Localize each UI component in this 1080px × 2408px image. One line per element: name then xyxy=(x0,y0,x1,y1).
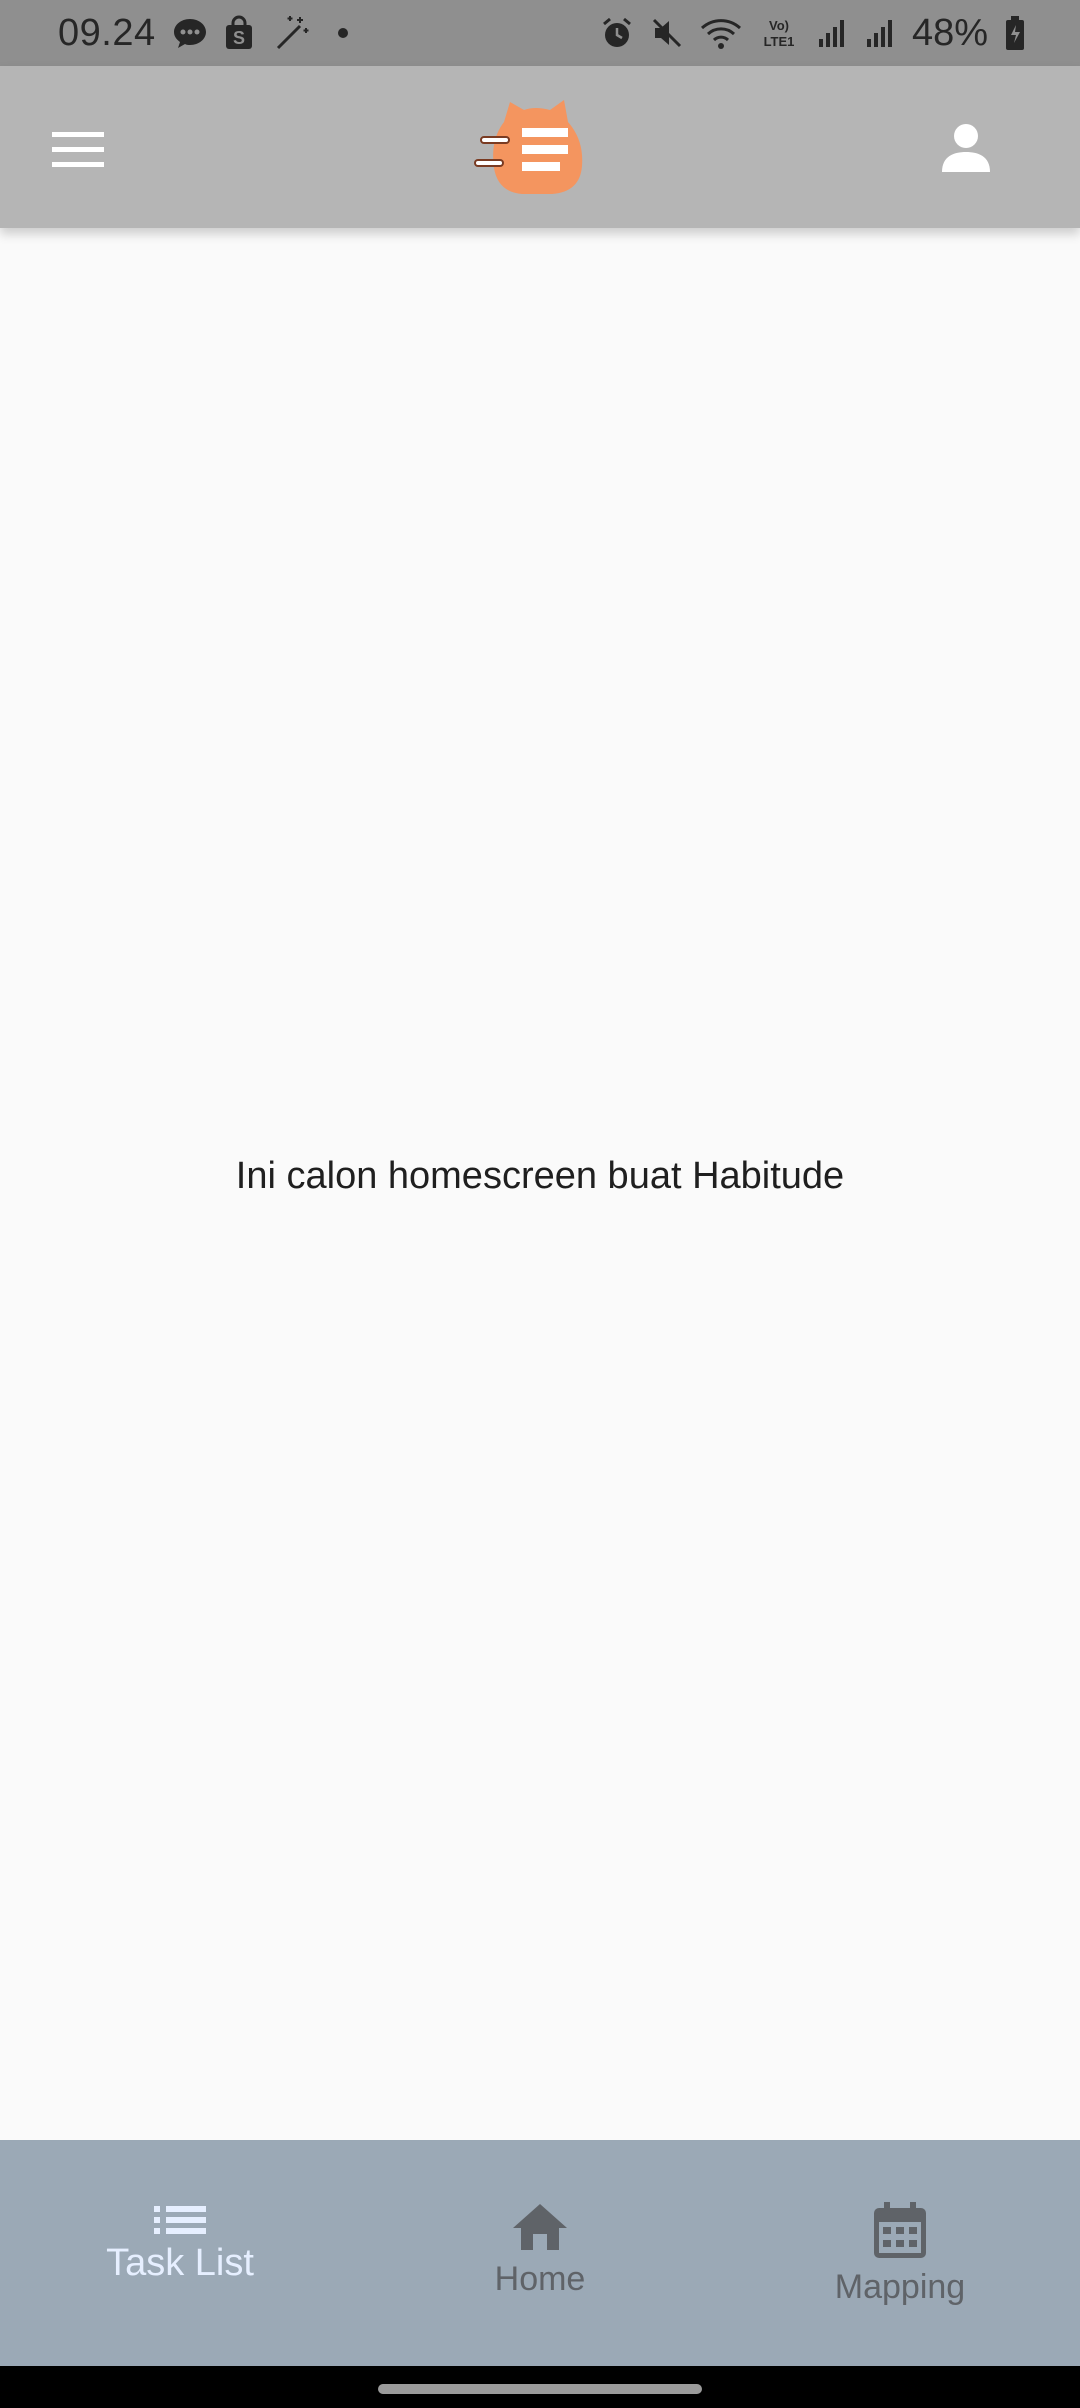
person-icon xyxy=(942,124,990,172)
bottom-nav: Task List Home Mapping xyxy=(0,2140,1080,2366)
status-time: 09.24 xyxy=(58,11,156,54)
battery-percent: 48% xyxy=(911,11,988,54)
svg-text:S: S xyxy=(233,28,245,48)
nav-item-home[interactable]: Home xyxy=(360,2140,720,2366)
status-right: Vo) LTE1 48% xyxy=(600,12,1026,55)
calendar-icon xyxy=(874,2202,926,2258)
app-screen: 09.24 S Vo) LTE1 48% Ini calon homescree… xyxy=(0,0,1080,2408)
signal-icon xyxy=(864,17,896,49)
mute-icon xyxy=(650,16,684,50)
home-icon xyxy=(513,2204,567,2250)
signal-icon xyxy=(816,17,848,49)
gesture-bar xyxy=(0,2366,1080,2408)
nav-label-home: Home xyxy=(494,2260,586,2298)
list-icon xyxy=(154,2206,206,2234)
home-message: Ini calon homescreen buat Habitude xyxy=(235,1155,845,1197)
shopee-bag-icon: S xyxy=(224,15,254,51)
svg-text:LTE1: LTE1 xyxy=(764,34,795,49)
account-button[interactable] xyxy=(930,112,1002,184)
nav-label-task-list: Task List xyxy=(106,2242,254,2284)
alarm-icon xyxy=(600,16,634,50)
magic-wand-icon xyxy=(270,14,310,52)
svg-text:Vo): Vo) xyxy=(769,18,789,33)
notification-dot-icon xyxy=(337,28,348,38)
app-bar xyxy=(0,66,1080,228)
hamburger-menu-icon xyxy=(52,132,104,167)
wifi-icon xyxy=(700,16,742,50)
menu-button[interactable] xyxy=(40,114,116,186)
gesture-handle[interactable] xyxy=(378,2384,702,2394)
nav-label-mapping: Mapping xyxy=(834,2268,966,2306)
habitude-logo xyxy=(470,88,600,212)
nav-item-mapping[interactable]: Mapping xyxy=(720,2140,1080,2366)
battery-icon xyxy=(1004,15,1026,51)
volte-icon: Vo) LTE1 xyxy=(758,16,800,50)
chat-bubble-icon xyxy=(172,16,208,50)
status-bar: 09.24 S Vo) LTE1 48% xyxy=(0,0,1080,66)
status-left: 09.24 S xyxy=(58,12,348,55)
nav-item-task-list[interactable]: Task List xyxy=(0,2140,360,2366)
